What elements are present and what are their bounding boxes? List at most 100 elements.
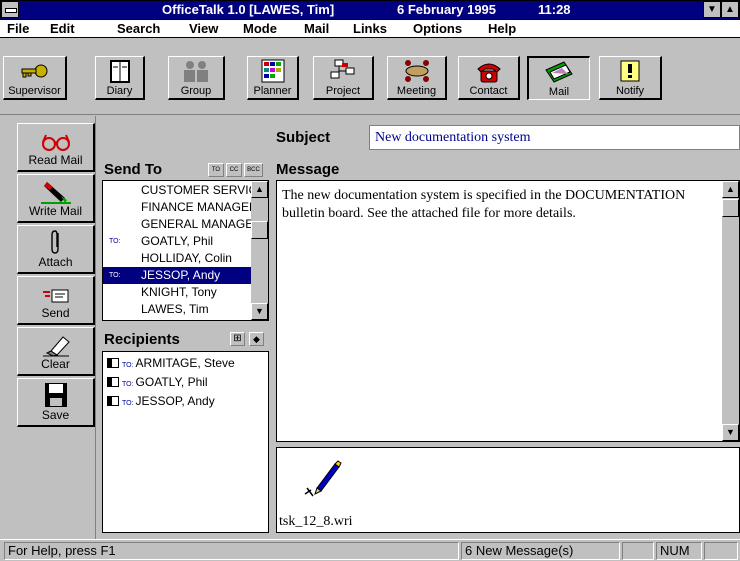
maximize-icon[interactable]: ▲: [721, 1, 739, 18]
recipient-item[interactable]: TO: ARMITAGE, Steve: [107, 354, 235, 373]
notify-icon: [620, 60, 640, 82]
recipient-card-icon: [107, 377, 119, 387]
write-document-icon[interactable]: [303, 458, 343, 498]
planner-button[interactable]: Planner: [247, 56, 299, 100]
system-menu-icon[interactable]: [1, 1, 19, 18]
supervisor-button[interactable]: Supervisor: [3, 56, 67, 100]
menu-file[interactable]: File: [7, 21, 29, 37]
mail-icon: [545, 61, 573, 83]
subject-input[interactable]: New documentation system: [369, 125, 740, 150]
pen-icon: [40, 182, 71, 204]
save-button[interactable]: Save: [17, 378, 95, 427]
scroll-down-icon[interactable]: ▼: [251, 303, 268, 320]
window-title: OfficeTalk 1.0 [LAWES, Tim] 6 February 1…: [20, 1, 700, 19]
scroll-up-icon[interactable]: ▲: [251, 181, 268, 198]
list-item-name: GOATLY, Phil: [141, 234, 214, 248]
subject-value: New documentation system: [375, 130, 531, 145]
diary-button[interactable]: Diary: [95, 56, 145, 100]
attachment-area: tsk_12_8.wri: [276, 447, 740, 533]
send-to-scrollbar[interactable]: ▲ ▼: [251, 181, 268, 320]
notify-label: Notify: [615, 85, 645, 97]
write-mail-label: Write Mail: [28, 204, 83, 218]
recipient-name: ARMITAGE, Steve: [135, 356, 235, 370]
key-icon: [21, 64, 47, 78]
title-date: 6 February 1995: [397, 2, 497, 17]
menu-view[interactable]: View: [189, 21, 218, 37]
menu-mail[interactable]: Mail: [304, 21, 329, 37]
recipient-name: JESSOP, Andy: [135, 394, 215, 408]
planner-icon: [261, 59, 284, 83]
send-to-label: Send To: [104, 161, 163, 178]
cc-button[interactable]: CC: [226, 163, 242, 177]
read-mail-button[interactable]: Read Mail: [17, 123, 95, 172]
message-scrollbar[interactable]: ▲ ▼: [722, 181, 739, 441]
diary-label: Diary: [106, 85, 133, 97]
group-button[interactable]: Group: [168, 56, 225, 100]
menu-edit[interactable]: Edit: [50, 21, 75, 37]
subject-label: Subject: [276, 129, 331, 146]
expand-icon[interactable]: ⊞: [230, 332, 245, 346]
menu-options[interactable]: Options: [413, 21, 462, 37]
list-item-selected[interactable]: TO: JESSOP, Andy: [103, 267, 251, 284]
minimize-icon[interactable]: ▼: [703, 1, 721, 18]
mail-button[interactable]: Mail: [527, 56, 590, 100]
list-item-name: FINANCE MANAGER: [141, 200, 251, 214]
list-item-name: LAWES, Tim: [141, 302, 209, 316]
menu-search[interactable]: Search: [117, 21, 160, 37]
diary-icon: [109, 60, 130, 83]
menu-help[interactable]: Help: [488, 21, 516, 37]
send-button[interactable]: Send: [17, 276, 95, 325]
scroll-thumb[interactable]: [251, 221, 268, 239]
paperclip-icon: [50, 230, 59, 254]
meeting-label: Meeting: [396, 85, 437, 97]
notify-button[interactable]: Notify: [599, 56, 662, 100]
to-marker: TO:: [122, 362, 134, 369]
bcc-button[interactable]: BCC: [244, 163, 263, 177]
contact-button[interactable]: Contact: [458, 56, 520, 100]
to-button[interactable]: TO: [208, 163, 224, 177]
contact-label: Contact: [469, 85, 508, 97]
send-label: Send: [41, 306, 70, 320]
supervisor-label: Supervisor: [8, 85, 61, 97]
project-icon: [330, 59, 355, 79]
list-item[interactable]: CUSTOMER SERVICES: [103, 182, 251, 199]
attach-button[interactable]: Attach: [17, 225, 95, 274]
list-item[interactable]: LAWES, Tim: [103, 301, 251, 318]
list-item-name: HOLLIDAY, Colin: [141, 251, 232, 265]
recipient-item[interactable]: TO: GOATLY, Phil: [107, 373, 208, 392]
clear-button[interactable]: Clear: [17, 327, 95, 376]
send-icon: [42, 289, 68, 303]
list-item[interactable]: FINANCE MANAGER: [103, 199, 251, 216]
send-to-list[interactable]: CUSTOMER SERVICES FINANCE MANAGER GENERA…: [102, 180, 269, 321]
diamond-icon[interactable]: ◆: [249, 332, 264, 346]
to-marker: TO:: [109, 272, 121, 279]
left-sidebar: Read Mail Write Mail Attach Send Clear S…: [0, 116, 96, 539]
menu-links[interactable]: Links: [353, 21, 387, 37]
list-item[interactable]: GENERAL MANAGER: [103, 216, 251, 233]
eraser-icon: [42, 336, 70, 357]
message-body-field[interactable]: The new documentation system is specifie…: [276, 180, 740, 442]
write-mail-button[interactable]: Write Mail: [17, 174, 95, 223]
attach-label: Attach: [38, 255, 73, 269]
menu-mode[interactable]: Mode: [243, 21, 277, 37]
attachment-name[interactable]: tsk_12_8.wri: [279, 514, 353, 530]
group-icon: [184, 61, 208, 82]
menu-bar: File Edit Search View Mode Mail Links Op…: [0, 20, 740, 38]
recipients-label: Recipients: [104, 331, 180, 348]
list-item[interactable]: KNIGHT, Tony: [103, 284, 251, 301]
group-label: Group: [180, 85, 212, 97]
project-button[interactable]: Project: [313, 56, 374, 100]
list-item[interactable]: HOLLIDAY, Colin: [103, 250, 251, 267]
scroll-down-icon[interactable]: ▼: [722, 424, 739, 441]
to-marker: TO:: [109, 238, 121, 245]
meeting-button[interactable]: Meeting: [387, 56, 447, 100]
toolbar: Supervisor Diary Group Planner Project M…: [0, 38, 740, 115]
list-item[interactable]: TO: GOATLY, Phil: [103, 233, 251, 250]
recipients-list[interactable]: TO: ARMITAGE, Steve TO: GOATLY, Phil TO: JE…: [102, 351, 269, 533]
floppy-icon: [44, 383, 67, 407]
clear-label: Clear: [41, 357, 70, 371]
scroll-up-icon[interactable]: ▲: [722, 181, 739, 198]
recipient-item[interactable]: TO: JESSOP, Andy: [107, 392, 215, 411]
status-num: NUM: [656, 542, 702, 560]
scroll-thumb[interactable]: [722, 199, 739, 217]
